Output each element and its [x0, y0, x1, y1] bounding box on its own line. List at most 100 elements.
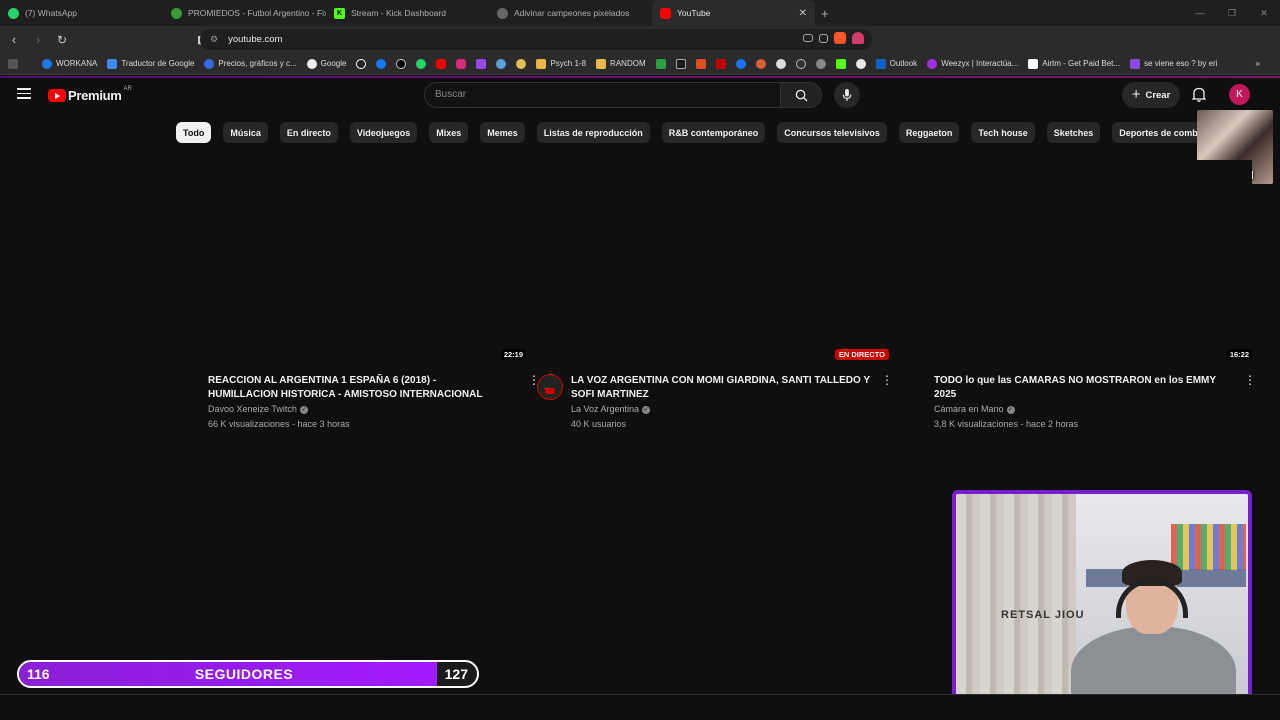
chip-reggaeton[interactable]: Reggaeton: [898, 122, 960, 143]
followers-goal-bar: 116 SEGUIDORES 127: [17, 660, 479, 688]
country-code: AR: [123, 85, 132, 92]
chip-mixes[interactable]: Mixes: [429, 122, 469, 143]
apps-icon[interactable]: [8, 58, 18, 69]
bookmark-outlook[interactable]: Outlook: [875, 58, 917, 69]
whatsapp-icon[interactable]: [416, 58, 427, 69]
chip-todo[interactable]: Todo: [176, 122, 212, 143]
tab-title: PROMIEDOS - Futbol Argentino - Fix: [188, 8, 326, 18]
bookmark-icon[interactable]: [516, 58, 527, 69]
live-badge: EN DIRECTO: [834, 349, 889, 360]
url-field[interactable]: ⚙ youtube.com: [200, 29, 872, 50]
facebook-icon[interactable]: [376, 58, 387, 69]
chip-musica[interactable]: Música: [223, 122, 268, 143]
tiktok-icon[interactable]: [356, 58, 367, 69]
twitch-icon[interactable]: [476, 58, 487, 69]
folder-random[interactable]: RANDOM: [596, 58, 646, 69]
new-tab-button[interactable]: +: [821, 6, 829, 21]
minimize-button[interactable]: —: [1184, 8, 1216, 18]
more-options-icon[interactable]: ⋮: [881, 374, 893, 386]
folder-psych[interactable]: Psych 1-8: [536, 58, 586, 69]
tab-whatsapp[interactable]: (7) WhatsApp: [0, 0, 163, 26]
search-input[interactable]: Buscar: [424, 82, 781, 108]
channel-name[interactable]: La Voz Argentina ✓: [571, 404, 889, 414]
bookmark-workana[interactable]: WORKANA: [42, 58, 97, 69]
followers-goal: 127: [444, 666, 468, 682]
bookmark-seviene[interactable]: se viene eso ? by eri: [1130, 58, 1217, 69]
video-card[interactable]: 22:19 REACCION AL ARGENTINA 1 ESPAÑA 6 (…: [208, 160, 540, 429]
bookmark-icon[interactable]: [675, 58, 686, 69]
chip-sketches[interactable]: Sketches: [1046, 122, 1101, 143]
instagram-icon[interactable]: [456, 58, 467, 69]
more-options-icon[interactable]: ⋮: [1244, 374, 1256, 386]
chip-videojuegos[interactable]: Videojuegos: [349, 122, 418, 143]
channel-avatar-live[interactable]: [537, 374, 563, 400]
account-avatar[interactable]: K: [1229, 84, 1250, 105]
share-icon[interactable]: [819, 33, 828, 43]
video-stats: 3,8 K visualizaciones - hace 2 horas: [934, 419, 1079, 429]
menu-icon[interactable]: [17, 88, 31, 100]
bookmark-icon[interactable]: [795, 58, 806, 69]
promiedos-icon: [171, 7, 182, 19]
bookmark-weezyx[interactable]: Weezyx | Interactúa...: [927, 58, 1018, 69]
maximize-button[interactable]: ❐: [1216, 8, 1248, 19]
reload-button[interactable]: ↻: [52, 33, 72, 47]
bookmark-icon[interactable]: [496, 58, 507, 69]
channel-name[interactable]: Davoo Xeneize Twitch ✓: [208, 404, 526, 414]
back-button[interactable]: ‹: [4, 32, 24, 47]
chip-tech-house[interactable]: Tech house: [971, 122, 1035, 143]
brave-shield-icon[interactable]: [834, 32, 846, 44]
video-title[interactable]: REACCION AL ARGENTINA 1 ESPAÑA 6 (2018) …: [208, 374, 508, 402]
tab-kick[interactable]: K Stream - Kick Dashboard: [326, 0, 489, 26]
video-stats: 40 K usuarios: [571, 419, 627, 429]
bookmark-google[interactable]: Google: [306, 58, 346, 69]
close-window-button[interactable]: ✕: [1248, 8, 1280, 19]
more-bookmarks-icon[interactable]: »: [1256, 59, 1260, 68]
bookmark-icon[interactable]: [775, 58, 786, 69]
notifications-button[interactable]: [1191, 87, 1207, 107]
bookmark-icon[interactable]: [655, 58, 666, 69]
voice-search-button[interactable]: [834, 82, 860, 108]
channel-name[interactable]: Cámara en Mano ✓: [934, 404, 1252, 414]
bookmark-icon[interactable]: [815, 58, 826, 69]
tab-title: YouTube: [677, 8, 711, 18]
bookmark-icon[interactable]: [855, 58, 866, 69]
brave-rewards-icon[interactable]: [852, 32, 864, 44]
search-button[interactable]: [780, 82, 822, 108]
whatsapp-icon: [8, 7, 19, 19]
bookmark-traductor[interactable]: Traductor de Google: [107, 58, 194, 69]
youtube-logo[interactable]: Premium AR: [48, 85, 132, 103]
video-stats: 66 K visualizaciones - hace 3 horas: [208, 419, 350, 429]
site-info-icon[interactable]: ⚙: [210, 34, 218, 45]
video-thumbnail[interactable]: EN DIRECTO: [571, 160, 889, 362]
chip-en-directo[interactable]: En directo: [279, 122, 338, 143]
bookmark-icon[interactable]: [715, 58, 726, 69]
video-thumbnail[interactable]: 16:22: [934, 160, 1252, 362]
bookmark-icon[interactable]: [735, 58, 746, 69]
x-icon[interactable]: [396, 58, 407, 69]
video-card[interactable]: 16:22 TODO lo que las CAMARAS NO MOSTRAR…: [934, 160, 1256, 429]
bookmark-icon[interactable]: [695, 58, 706, 69]
webcam-curtain: [956, 494, 1076, 696]
close-tab-icon[interactable]: ✕: [799, 8, 807, 19]
chip-concursos[interactable]: Concursos televisivos: [777, 122, 887, 143]
chip-memes[interactable]: Memes: [480, 122, 525, 143]
create-button[interactable]: + Crear: [1122, 82, 1180, 108]
video-title[interactable]: TODO lo que las CAMARAS NO MOSTRARON en …: [934, 374, 1234, 402]
bookmark-icon[interactable]: [755, 58, 766, 69]
url-text: youtube.com: [228, 34, 283, 45]
chip-listas[interactable]: Listas de reproducción: [536, 122, 650, 143]
video-card[interactable]: EN DIRECTO LA VOZ ARGENTINA CON MOMI GIA…: [537, 160, 893, 429]
bookmark-airtm[interactable]: Airtm - Get Paid Bet...: [1028, 58, 1120, 69]
chip-rnb[interactable]: R&B contemporáneo: [661, 122, 766, 143]
youtube-icon[interactable]: [436, 58, 447, 69]
streamer: [1071, 560, 1236, 696]
tab-youtube[interactable]: YouTube ✕: [652, 0, 815, 26]
kick-icon[interactable]: [835, 58, 846, 69]
video-title[interactable]: LA VOZ ARGENTINA CON MOMI GIARDINA, SANT…: [571, 374, 871, 402]
forward-button[interactable]: ›: [28, 32, 48, 47]
cast-icon[interactable]: [803, 34, 813, 42]
video-thumbnail[interactable]: 22:19: [208, 160, 526, 362]
tab-promiedos[interactable]: PROMIEDOS - Futbol Argentino - Fix: [163, 0, 326, 26]
tab-adivinar[interactable]: Adivinar campeones pixelados: [489, 0, 652, 26]
bookmark-precios[interactable]: Precios, gráficos y c...: [204, 58, 297, 69]
